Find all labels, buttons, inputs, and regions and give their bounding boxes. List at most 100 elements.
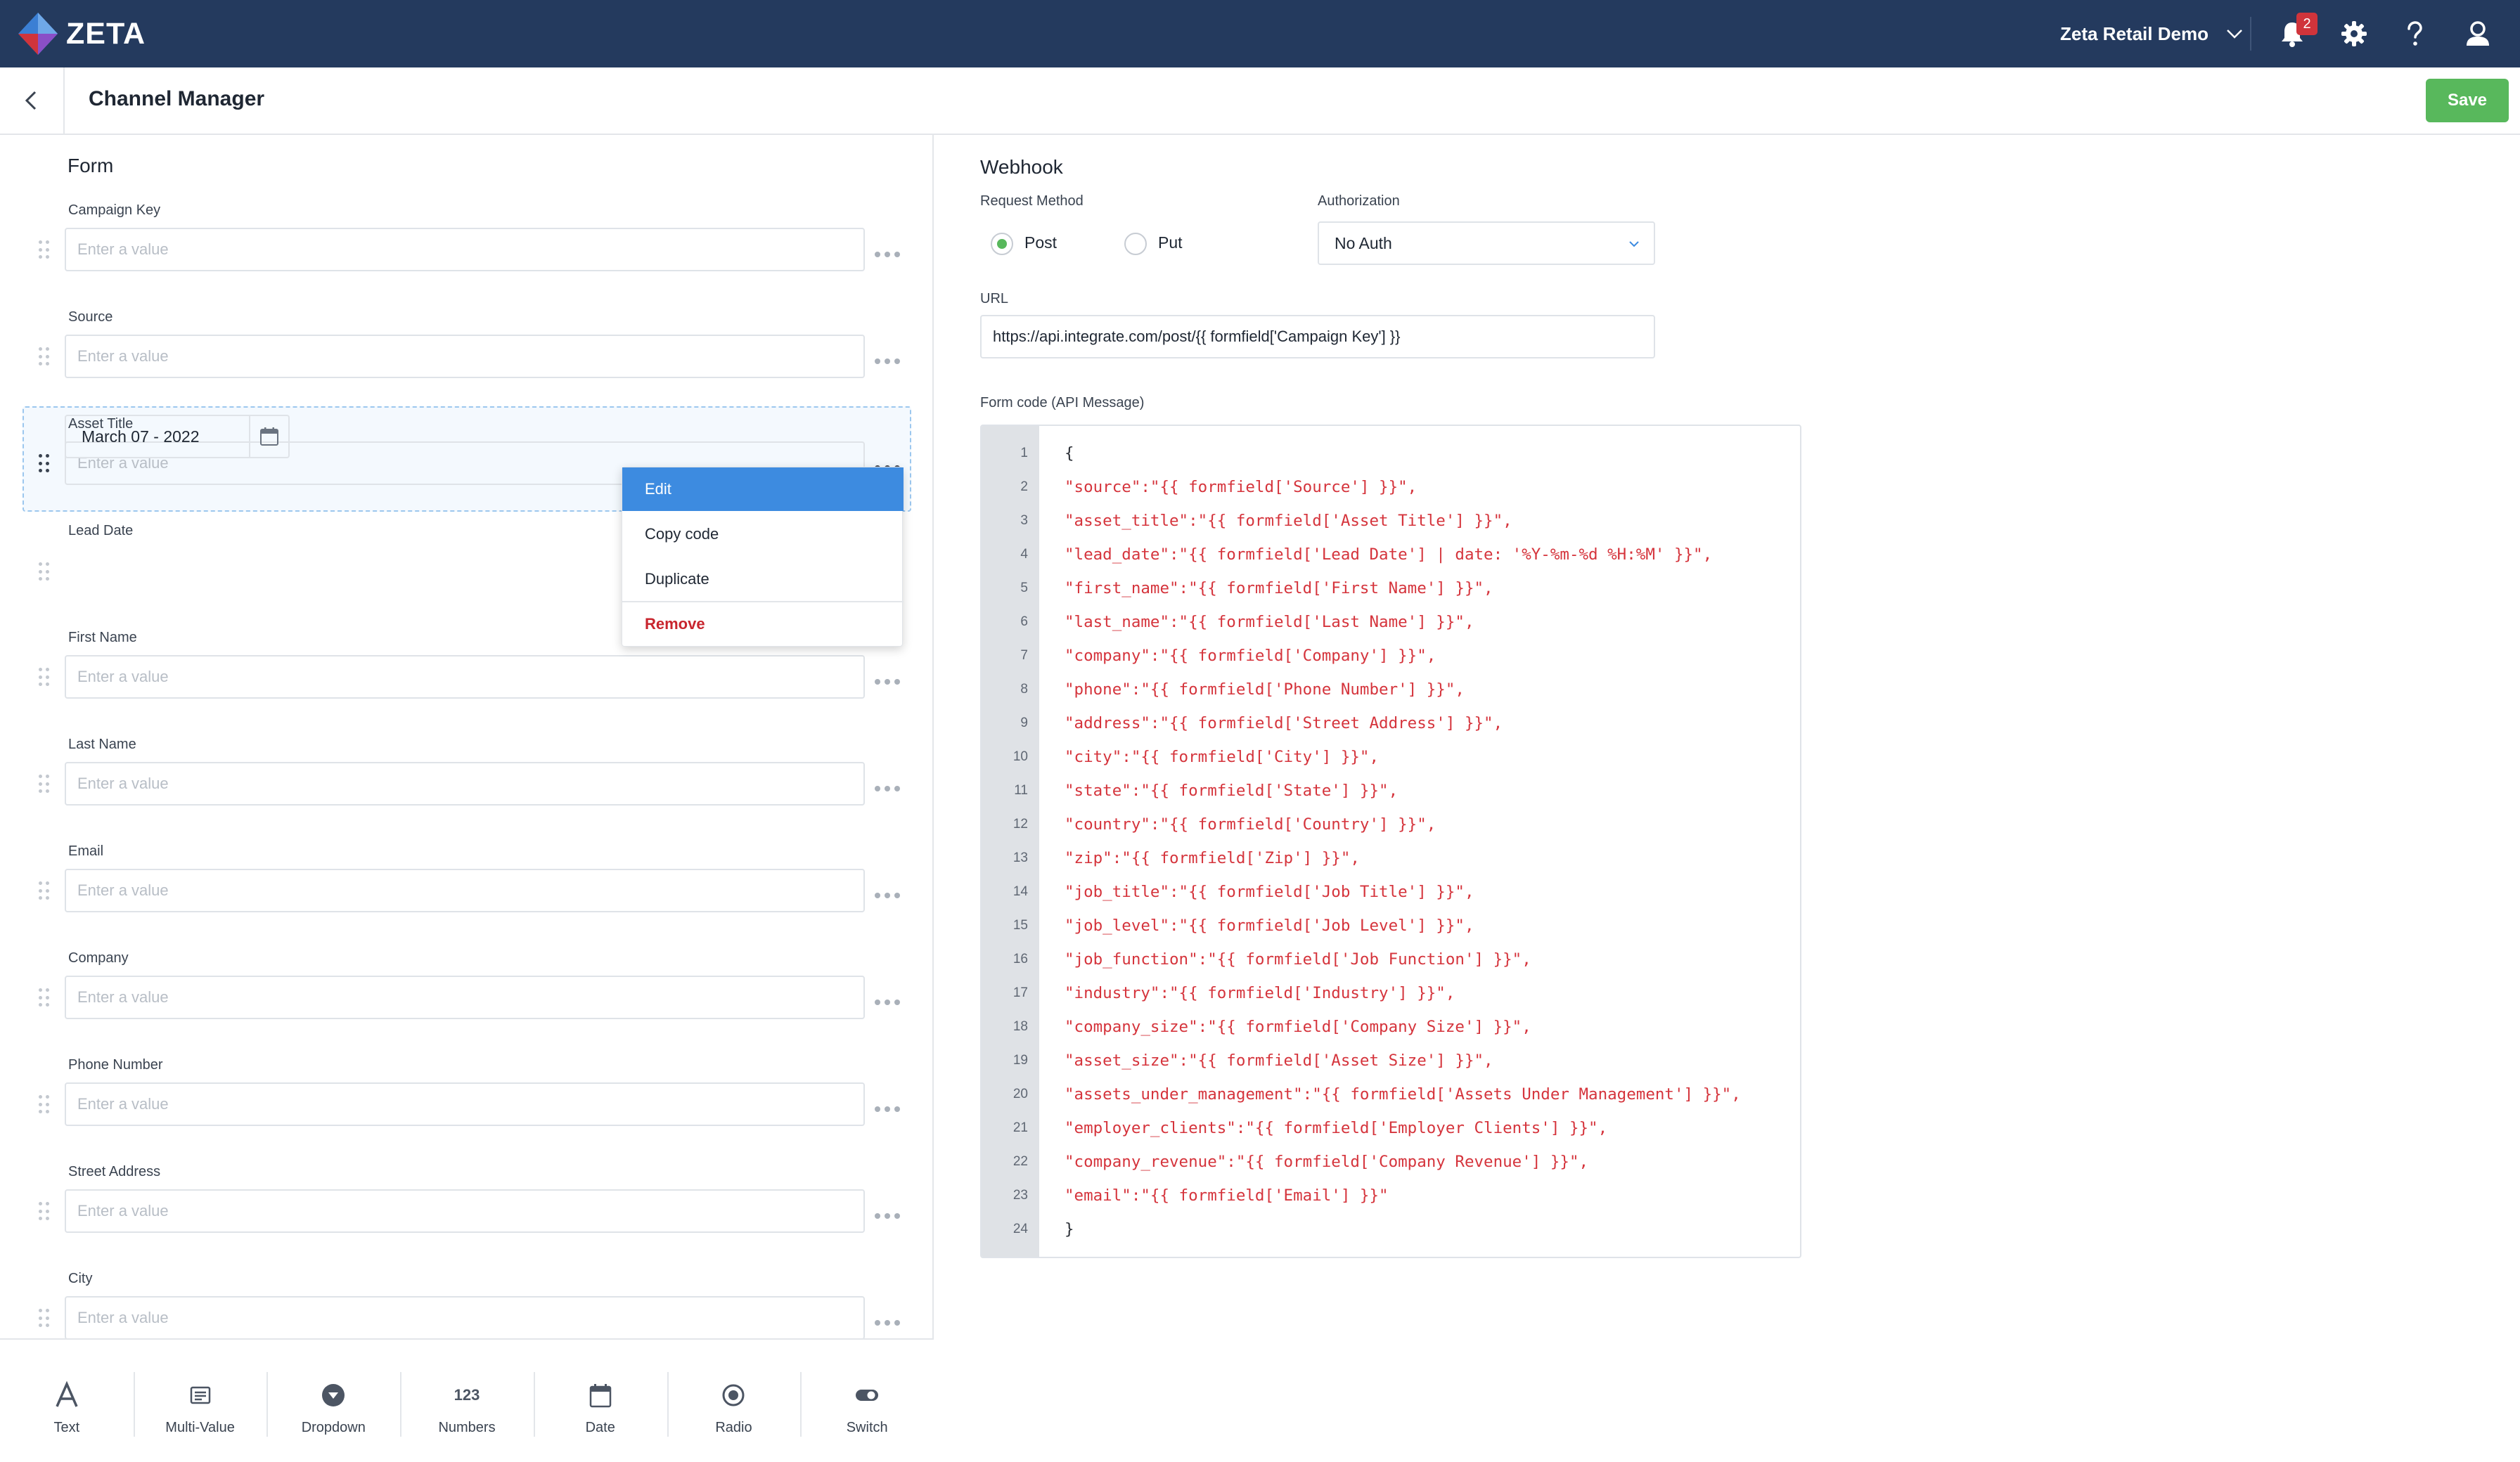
text-icon [56,1380,78,1407]
drag-handle-icon[interactable] [39,240,50,260]
more-options-icon[interactable] [875,1105,900,1113]
back-button[interactable] [0,67,65,134]
palette-label: Dropdown [301,1419,366,1435]
email-input[interactable] [65,869,865,912]
user-profile-button[interactable] [2462,18,2493,49]
drag-handle-icon[interactable] [39,1095,50,1115]
field-label: Email [68,843,104,859]
line-number: 13 [1012,850,1028,865]
source-input[interactable] [65,335,865,378]
line-number: 9 [1020,716,1028,730]
radio-post[interactable] [991,233,1013,255]
menu-item-copy-code[interactable]: Copy code [622,512,904,556]
code-line: "country":"{{ formfield['Country'] }}", [1065,815,1436,834]
line-number: 14 [1012,884,1028,899]
more-options-icon[interactable] [875,998,900,1007]
field-label: Campaign Key [68,202,161,218]
authorization-select[interactable]: No Auth [1318,221,1655,265]
page-header: Channel Manager Save [0,67,2520,135]
field-label: Lead Date [68,523,134,538]
more-options-icon[interactable] [875,250,900,259]
line-number: 19 [1012,1053,1028,1068]
palette-item-switch[interactable]: Switch [800,1340,934,1462]
more-options-icon[interactable] [875,784,900,793]
palette-item-date[interactable]: Date [533,1340,667,1462]
webhook-title: Webhook [980,156,1063,178]
radio-icon [722,1384,745,1406]
last-name-input[interactable] [65,762,865,806]
question-icon [2408,21,2422,46]
lead-date-picker[interactable]: March 07 - 2022 [65,415,290,458]
code-line: "address":"{{ formfield['Street Address'… [1065,714,1503,732]
settings-button[interactable] [2339,18,2370,49]
city-input[interactable] [65,1296,865,1340]
line-number: 11 [1014,783,1028,798]
field-label: Source [68,309,113,325]
line-number: 22 [1012,1154,1028,1169]
calendar-icon [260,427,279,446]
code-line: "job_function":"{{ formfield['Job Functi… [1065,950,1531,969]
drag-handle-icon[interactable] [39,668,50,687]
line-number: 12 [1012,817,1028,832]
field-label: Street Address [68,1164,161,1179]
more-options-icon[interactable] [875,891,900,900]
drag-handle-icon[interactable] [39,988,50,1008]
palette-label: Date [585,1419,615,1435]
drag-handle-icon[interactable] [39,562,50,582]
code-line: "industry":"{{ formfield['Industry'] }}"… [1065,984,1455,1002]
campaign-key-input[interactable] [65,228,865,271]
more-options-icon[interactable] [875,1212,900,1220]
zeta-logo[interactable]: ZETA [17,11,146,56]
drag-handle-icon[interactable] [39,775,50,794]
notification-count-badge: 2 [2296,13,2318,35]
drag-handle-icon[interactable] [39,1309,50,1328]
drag-handle-icon[interactable] [39,881,50,901]
line-number: 6 [1020,614,1028,629]
help-button[interactable] [2399,18,2430,49]
more-options-icon[interactable] [875,678,900,686]
more-options-icon[interactable] [875,357,900,366]
drag-handle-icon[interactable] [39,454,50,474]
line-number: 24 [1012,1222,1028,1236]
palette-label: Numbers [438,1419,496,1435]
palette-item-radio[interactable]: Radio [667,1340,801,1462]
palette-item-text[interactable]: Text [0,1340,134,1462]
phone-number-input[interactable] [65,1082,865,1126]
code-editor[interactable]: 1 {2 "source":"{{ formfield['Source'] }}",… [980,425,1801,1258]
user-icon [2467,21,2489,46]
code-line: "asset_size":"{{ formfield['Asset Size']… [1065,1052,1493,1070]
url-input[interactable]: https://api.integrate.com/post/{{ formfi… [980,315,1655,358]
field-label: Company [68,950,129,966]
field-label: Phone Number [68,1057,163,1073]
account-switcher[interactable]: Zeta Retail Demo [2060,18,2245,49]
gear-icon [2341,21,2367,46]
save-button[interactable]: Save [2426,79,2509,122]
line-number: 10 [1012,749,1028,764]
code-line: "first_name":"{{ formfield['First Name']… [1065,579,1493,597]
street-address-input[interactable] [65,1189,865,1233]
drag-handle-icon[interactable] [39,347,50,367]
radio-put[interactable] [1124,233,1147,255]
company-input[interactable] [65,976,865,1019]
logo-text: ZETA [66,16,146,51]
palette-item-dropdown[interactable]: Dropdown [266,1340,400,1462]
line-number: 21 [1012,1120,1028,1135]
line-number: 5 [1020,581,1028,595]
more-options-icon[interactable] [875,1319,900,1327]
menu-item-remove[interactable]: Remove [622,602,904,646]
code-line: { [1065,444,1074,462]
code-line: "company_size":"{{ formfield['Company Si… [1065,1018,1531,1036]
radio-put-label[interactable]: Put [1158,233,1183,252]
menu-item-edit[interactable]: Edit [622,467,904,511]
field-label: First Name [68,630,137,645]
calendar-button[interactable] [249,416,288,457]
drag-handle-icon[interactable] [39,1202,50,1222]
first-name-input[interactable] [65,655,865,699]
palette-label: Switch [846,1419,888,1435]
menu-item-duplicate[interactable]: Duplicate [622,557,904,601]
palette-item-multi-value[interactable]: Multi-Value [133,1340,267,1462]
radio-post-label[interactable]: Post [1024,233,1057,252]
line-number: 16 [1012,952,1028,966]
code-line: "phone":"{{ formfield['Phone Number'] }}… [1065,680,1465,699]
palette-item-numbers[interactable]: 123 Numbers [400,1340,534,1462]
